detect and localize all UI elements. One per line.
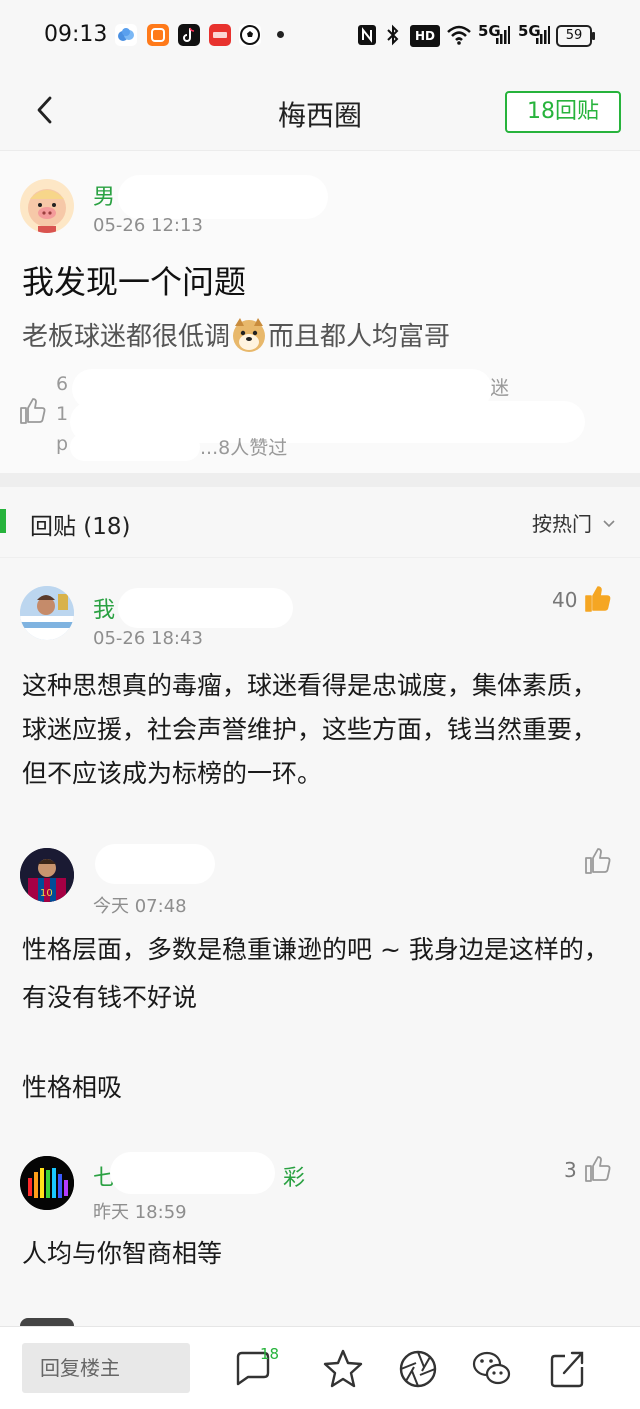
chevron-down-icon (603, 520, 615, 528)
doge-emoji-icon (230, 316, 268, 354)
moments-share-button[interactable] (396, 1347, 440, 1391)
section-indicator (0, 509, 6, 533)
cloud-app-icon (115, 24, 137, 46)
wechat-share-button[interactable] (470, 1347, 514, 1391)
thumbs-up-filled-icon (585, 586, 611, 612)
reply-body: 这种思想真的毒瘤，球迷看得是忠诚度，集体素质，球迷应援，社会声誉维护，这些方面，… (22, 671, 598, 788)
bottom-action-bar: 回复楼主 18 (0, 1326, 640, 1409)
bluetooth-icon (385, 24, 401, 50)
reply-avatar[interactable] (20, 586, 74, 640)
likers-fragment-3: 1 (56, 403, 69, 425)
favorite-button[interactable] (321, 1347, 365, 1391)
aperture-icon (399, 1350, 437, 1388)
redacted-name (118, 175, 328, 219)
comment-count-badge: 18 (260, 1345, 280, 1363)
reply-avatar[interactable] (20, 1156, 74, 1210)
post-body-text-1: 老板球迷都很低调 (22, 322, 231, 352)
likers-fragment-4: p (56, 433, 69, 455)
reply-body-extra: 性格相吸 (22, 1073, 123, 1102)
main-post: 男 05-26 12:13 我发现一个问题 老板球迷都很低调 而且都人均富哥 6… (0, 151, 640, 473)
reply-like-count: 3 (564, 1158, 577, 1182)
signal-1-icon (496, 26, 510, 48)
thumbs-up-icon (20, 398, 46, 424)
nfc-icon (357, 24, 377, 50)
svg-text:10: 10 (40, 888, 53, 899)
reply-avatar[interactable]: 10 (20, 848, 74, 902)
reply-body: 性格层面，多数是稳重谦逊的吧 ~ 我身边是这样的，有没有钱不好说 (22, 935, 609, 1012)
sort-label: 按热门 (532, 512, 592, 536)
battery-icon: 59 (556, 25, 595, 47)
author-name[interactable]: 男 (93, 179, 115, 211)
top-nav: 梅西圈 18回贴 (0, 70, 640, 151)
more-notifications-icon (277, 31, 284, 38)
likers-fragment-2: 迷 (490, 377, 510, 399)
redacted-name (95, 844, 215, 884)
reply-body: 人均与你智商相等 (22, 1239, 223, 1268)
replies-label: 回贴 (18) (30, 514, 131, 540)
wechat-icon (472, 1351, 511, 1385)
sort-dropdown[interactable]: 按热门 (532, 508, 616, 537)
reply-author-end[interactable]: 彩 (283, 1160, 305, 1192)
redacted-name (110, 1152, 275, 1194)
post-timestamp: 05-26 12:13 (93, 215, 203, 236)
reply-like-button[interactable] (583, 846, 613, 880)
likers-summary[interactable]: ...8人赞过 (200, 433, 287, 460)
reply-timestamp: 昨天 18:59 (93, 1202, 187, 1223)
redacted-name (118, 588, 293, 628)
thumbs-up-icon (585, 848, 611, 874)
author-avatar[interactable] (20, 179, 74, 233)
star-icon (323, 1349, 363, 1388)
reply-to-op-input[interactable]: 回复楼主 (22, 1343, 190, 1393)
reply-like-button[interactable] (583, 1154, 613, 1188)
post-body: 老板球迷都很低调 而且都人均富哥 (22, 316, 450, 354)
post-title: 我发现一个问题 (22, 263, 247, 301)
next-reply-avatar-peek (20, 1318, 74, 1326)
wifi-icon (446, 24, 472, 50)
reply-author[interactable]: 我 (93, 592, 115, 624)
status-time: 09:13 (44, 22, 108, 47)
signal-2-icon (536, 26, 550, 48)
reply-item: 七 彩 昨天 18:59 3 人均与你智商相等 (0, 1142, 640, 1326)
reply-timestamp: 05-26 18:43 (93, 628, 203, 649)
share-arrow-icon (550, 1351, 584, 1388)
reply-item: 10 今天 07:48 性格层面，多数是稳重谦逊的吧 ~ 我身边是这样的，有没有… (0, 820, 640, 1142)
tiktok-app-icon (178, 24, 200, 46)
thumbs-up-icon (585, 1156, 611, 1182)
share-button[interactable] (546, 1347, 590, 1391)
redacted-likers-3 (70, 433, 200, 461)
status-bar: 09:13 HD 5G 5G 59 (0, 0, 640, 70)
reply-count-button[interactable]: 18回贴 (505, 91, 621, 133)
reply-timestamp: 今天 07:48 (93, 896, 187, 917)
taobao-app-icon (147, 24, 169, 46)
reply-like-button[interactable] (583, 584, 613, 618)
post-like-button[interactable] (18, 396, 48, 430)
likers-fragment-1: 6 (56, 373, 69, 395)
football-app-icon (239, 24, 261, 46)
reply-item: 我 05-26 18:43 40 这种思想真的毒瘤，球迷看得是忠诚度，集体素质，… (0, 558, 640, 820)
replies-header: 回贴 (18) 按热门 (0, 487, 640, 558)
qidian-app-icon (209, 24, 231, 46)
hd-icon: HD (410, 25, 440, 47)
section-divider (0, 473, 640, 487)
post-body-text-2: 而且都人均富哥 (268, 322, 451, 352)
reply-like-count: 40 (552, 588, 578, 612)
